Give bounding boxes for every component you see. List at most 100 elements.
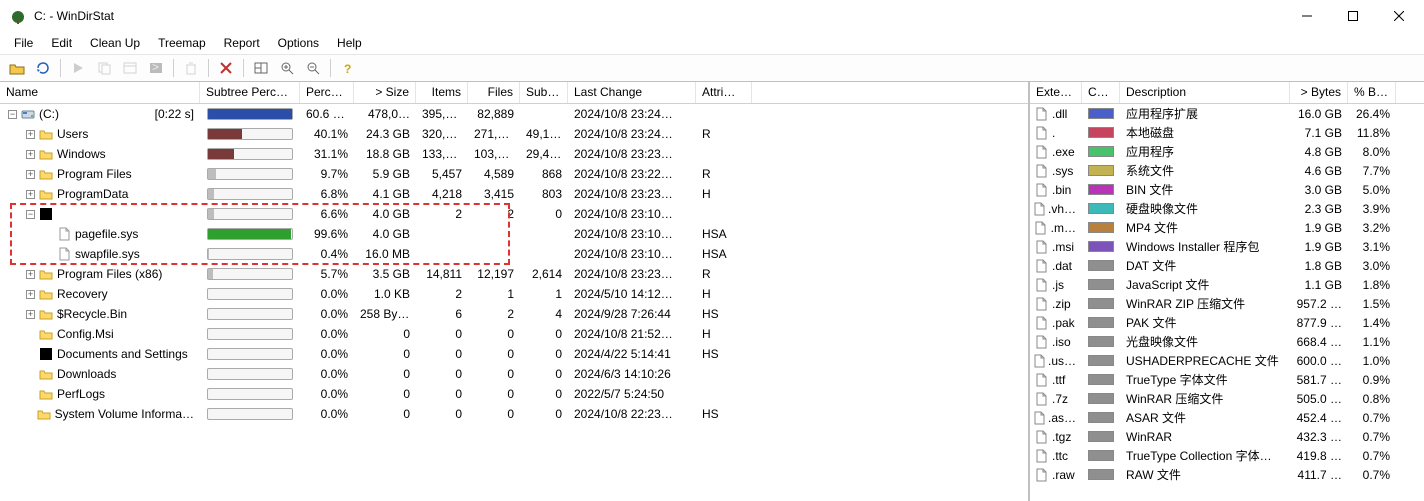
menu-file[interactable]: File bbox=[6, 34, 41, 52]
menu-clean-up[interactable]: Clean Up bbox=[82, 34, 148, 52]
expand-icon[interactable]: + bbox=[26, 310, 35, 319]
col-pct[interactable]: Perce… bbox=[300, 82, 354, 103]
expand-icon[interactable]: + bbox=[26, 270, 35, 279]
menu-treemap[interactable]: Treemap bbox=[150, 34, 214, 52]
row-files: 2 bbox=[468, 207, 520, 221]
col-last-change[interactable]: Last Change bbox=[568, 82, 696, 103]
ext-rows[interactable]: .dll应用程序扩展16.0 GB26.4%.本地磁盘7.1 GB11.8%.e… bbox=[1030, 104, 1424, 501]
col-subtree-pct[interactable]: Subtree Perce… bbox=[200, 82, 300, 103]
tree-row[interactable]: Downloads0.0%00002024/6/3 14:10:26 bbox=[0, 364, 1028, 384]
ext-row[interactable]: .tgzWinRAR432.3 …0.7% bbox=[1030, 427, 1424, 446]
window-title: C: - WinDirStat bbox=[34, 9, 1284, 23]
ext-row[interactable]: .us…USHADERPRECACHE 文件600.0 …1.0% bbox=[1030, 351, 1424, 370]
col-color[interactable]: Col… bbox=[1082, 82, 1120, 103]
tree-row[interactable]: +Program Files (x86)5.7%3.5 GB14,81112,1… bbox=[0, 264, 1028, 284]
menu-options[interactable]: Options bbox=[270, 34, 327, 52]
tree-rows[interactable]: −(C:)[0:22 s]60.6 GB478,0…395,1…82,88920… bbox=[0, 104, 1028, 501]
col-attr[interactable]: Attri… bbox=[696, 82, 752, 103]
copy-icon[interactable] bbox=[93, 57, 115, 79]
tree-row[interactable]: +$Recycle.Bin0.0%258 Bytes6242024/9/28 7… bbox=[0, 304, 1028, 324]
row-attr: R bbox=[696, 127, 752, 141]
col-ext[interactable]: Extens… bbox=[1030, 82, 1082, 103]
ext-row[interactable]: .dll应用程序扩展16.0 GB26.4% bbox=[1030, 104, 1424, 123]
col-bytes[interactable]: > Bytes bbox=[1290, 82, 1348, 103]
ext-row[interactable]: .本地磁盘7.1 GB11.8% bbox=[1030, 123, 1424, 142]
pct-bar bbox=[207, 388, 293, 400]
expand-icon[interactable]: + bbox=[26, 290, 35, 299]
col-size[interactable]: > Size bbox=[354, 82, 416, 103]
ext-row[interactable]: .sys系统文件4.6 GB7.7% bbox=[1030, 161, 1424, 180]
close-button[interactable] bbox=[1376, 1, 1422, 31]
menu-edit[interactable]: Edit bbox=[43, 34, 80, 52]
ext-row[interactable]: .zipWinRAR ZIP 压缩文件957.2 …1.5% bbox=[1030, 294, 1424, 313]
ext-row[interactable]: .vh…硬盘映像文件2.3 GB3.9% bbox=[1030, 199, 1424, 218]
col-bypct[interactable]: % By… bbox=[1348, 82, 1396, 103]
collapse-icon[interactable]: − bbox=[8, 110, 17, 119]
ext-pct: 0.8% bbox=[1348, 392, 1396, 406]
treemap-icon[interactable] bbox=[250, 57, 272, 79]
ext-row[interactable]: .pakPAK 文件877.9 …1.4% bbox=[1030, 313, 1424, 332]
col-desc[interactable]: Description bbox=[1120, 82, 1290, 103]
tree-row[interactable]: +ProgramData6.8%4.1 GB4,2183,4158032024/… bbox=[0, 184, 1028, 204]
col-name[interactable]: Name bbox=[0, 82, 200, 103]
zoom-in-icon[interactable] bbox=[276, 57, 298, 79]
tree-row[interactable]: PerfLogs0.0%00002022/5/7 5:24:50 bbox=[0, 384, 1028, 404]
row-name: PerfLogs bbox=[57, 387, 105, 401]
ext-row[interactable]: .7zWinRAR 压缩文件505.0 …0.8% bbox=[1030, 389, 1424, 408]
row-items: 0 bbox=[416, 407, 468, 421]
ext-row[interactable]: .iso光盘映像文件668.4 …1.1% bbox=[1030, 332, 1424, 351]
row-items: 0 bbox=[416, 347, 468, 361]
expand-icon[interactable]: + bbox=[26, 150, 35, 159]
tree-row[interactable]: +Program Files9.7%5.9 GB5,4574,589868202… bbox=[0, 164, 1028, 184]
row-name: Program Files bbox=[57, 167, 132, 181]
ext-row[interactable]: .exe应用程序4.8 GB8.0% bbox=[1030, 142, 1424, 161]
row-files: 0 bbox=[468, 407, 520, 421]
ext-file-icon bbox=[1033, 107, 1049, 121]
play-icon[interactable] bbox=[67, 57, 89, 79]
zoom-out-icon[interactable] bbox=[302, 57, 324, 79]
maximize-button[interactable] bbox=[1330, 1, 1376, 31]
row-size: 0 bbox=[354, 387, 416, 401]
ext-row[interactable]: .as…ASAR 文件452.4 …0.7% bbox=[1030, 408, 1424, 427]
tree-row[interactable]: System Volume Informa…0.0%00002024/10/8 … bbox=[0, 404, 1028, 424]
expand-icon[interactable]: + bbox=[26, 170, 35, 179]
menu-help[interactable]: Help bbox=[329, 34, 370, 52]
col-items[interactable]: Items bbox=[416, 82, 468, 103]
col-files[interactable]: Files bbox=[468, 82, 520, 103]
ext-row[interactable]: .rawRAW 文件411.7 …0.7% bbox=[1030, 465, 1424, 484]
ext-desc: WinRAR 压缩文件 bbox=[1120, 390, 1290, 407]
tree-row[interactable]: +Recovery0.0%1.0 KB2112024/5/10 14:12…H bbox=[0, 284, 1028, 304]
ext-row[interactable]: .msiWindows Installer 程序包1.9 GB3.1% bbox=[1030, 237, 1424, 256]
ext-row[interactable]: .jsJavaScript 文件1.1 GB1.8% bbox=[1030, 275, 1424, 294]
menu-report[interactable]: Report bbox=[216, 34, 268, 52]
explorer-icon[interactable] bbox=[119, 57, 141, 79]
minimize-button[interactable] bbox=[1284, 1, 1330, 31]
trash-icon[interactable] bbox=[180, 57, 202, 79]
ext-row[interactable]: .m…MP4 文件1.9 GB3.2% bbox=[1030, 218, 1424, 237]
tree-row[interactable]: Config.Msi0.0%00002024/10/8 21:52…H bbox=[0, 324, 1028, 344]
pct-bar bbox=[207, 328, 293, 340]
delete-icon[interactable] bbox=[215, 57, 237, 79]
tree-row[interactable]: swapfile.sys0.4%16.0 MB2024/10/8 23:10…H… bbox=[0, 244, 1028, 264]
refresh-icon[interactable] bbox=[32, 57, 54, 79]
row-last-change: 2024/10/8 23:22… bbox=[568, 167, 696, 181]
expand-icon[interactable]: + bbox=[26, 130, 35, 139]
expand-icon[interactable]: + bbox=[26, 190, 35, 199]
ext-row[interactable]: .ttcTrueType Collection 字体…419.8 …0.7% bbox=[1030, 446, 1424, 465]
ext-row[interactable]: .datDAT 文件1.8 GB3.0% bbox=[1030, 256, 1424, 275]
tree-row[interactable]: −(C:)[0:22 s]60.6 GB478,0…395,1…82,88920… bbox=[0, 104, 1028, 124]
ext-name: .as… bbox=[1048, 411, 1076, 425]
ext-row[interactable]: .ttfTrueType 字体文件581.7 …0.9% bbox=[1030, 370, 1424, 389]
help-icon[interactable]: ? bbox=[337, 57, 359, 79]
tree-row[interactable]: +Windows31.1%18.8 GB133,1…103,7…29,43820… bbox=[0, 144, 1028, 164]
tree-row[interactable]: +Users40.1%24.3 GB320,3…271,2…49,1492024… bbox=[0, 124, 1028, 144]
tree-row[interactable]: −6.6%4.0 GB2202024/10/8 23:10… bbox=[0, 204, 1028, 224]
tree-row[interactable]: Documents and Settings0.0%00002024/4/22 … bbox=[0, 344, 1028, 364]
col-subdirs[interactable]: Subdi… bbox=[520, 82, 568, 103]
ext-file-icon bbox=[1033, 183, 1049, 197]
ext-row[interactable]: .binBIN 文件3.0 GB5.0% bbox=[1030, 180, 1424, 199]
collapse-icon[interactable]: − bbox=[26, 210, 35, 219]
console-icon[interactable]: > bbox=[145, 57, 167, 79]
tree-row[interactable]: pagefile.sys99.6%4.0 GB2024/10/8 23:10…H… bbox=[0, 224, 1028, 244]
open-icon[interactable] bbox=[6, 57, 28, 79]
